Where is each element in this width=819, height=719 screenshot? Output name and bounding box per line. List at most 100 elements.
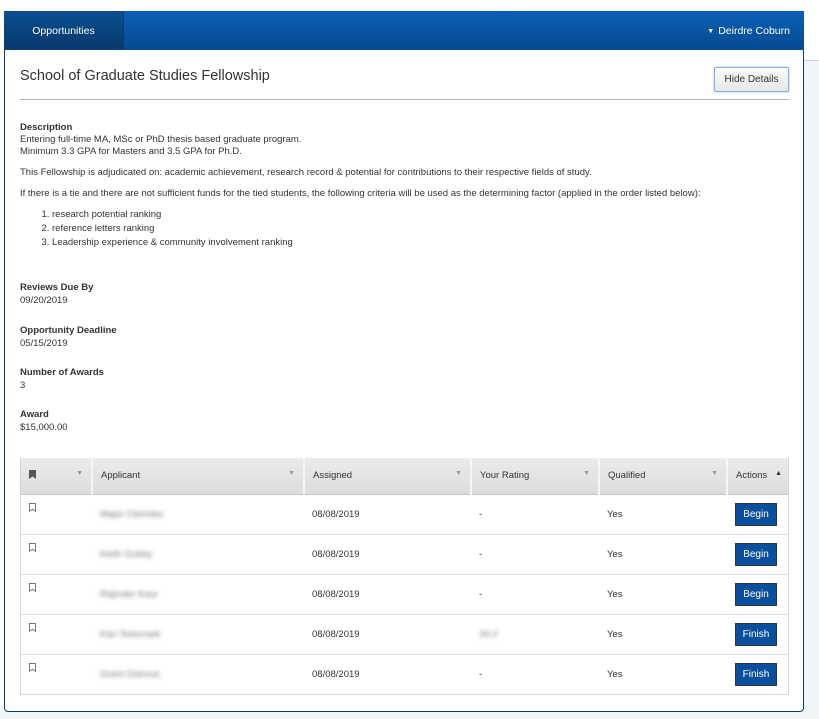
column-bookmark[interactable]: ▼: [21, 458, 93, 495]
criteria-list: research potential ranking reference let…: [20, 208, 790, 250]
actions-cell: Begin: [727, 494, 788, 534]
applicants-table: ▼ Applicant ▼ Assigned ▼ Your Rating ▼ Q…: [20, 458, 789, 695]
sort-caret-icon: ▼: [76, 470, 83, 477]
applicant-name: Keith Gubby: [100, 548, 153, 560]
applicant-name: Kari Teesmark: [100, 628, 161, 640]
bookmark-cell[interactable]: [21, 653, 92, 694]
sort-caret-icon: ▼: [583, 470, 590, 477]
field-label: Opportunity Deadline: [20, 325, 117, 336]
column-label: Actions: [736, 470, 768, 482]
criteria-item: Leadership experience & community involv…: [52, 236, 790, 250]
assigned-cell: 08/08/2019: [304, 533, 471, 574]
top-navbar: Opportunities ▼ Deirdre Coburn: [4, 11, 804, 51]
row-action-button[interactable]: Finish: [735, 662, 777, 686]
qualified-cell: Yes: [599, 533, 727, 574]
field-label: Number of Awards: [20, 367, 104, 378]
rating-cell: -: [471, 533, 599, 574]
field-label: Reviews Due By: [20, 282, 94, 293]
nav-tab-opportunities[interactable]: Opportunities: [4, 11, 124, 51]
sort-caret-up-icon: ▲: [775, 470, 782, 477]
applicant-name: Major Clemsko: [100, 508, 164, 520]
column-assigned[interactable]: Assigned ▼: [304, 458, 472, 495]
sort-caret-icon: ▼: [711, 470, 718, 477]
assigned-cell: 08/08/2019: [312, 508, 360, 520]
field-value: 3: [20, 380, 26, 391]
table-row: Grant Ostrous 08/08/2019 - Yes Finish: [21, 653, 788, 694]
column-label: Your Rating: [480, 470, 530, 482]
description-line: Minimum 3.3 GPA for Masters and 3.5 GPA …: [20, 146, 242, 157]
hide-details-button[interactable]: Hide Details: [714, 67, 789, 92]
user-name: Deirdre Coburn: [718, 25, 790, 37]
sort-caret-icon: ▼: [288, 470, 295, 477]
column-applicant[interactable]: Applicant ▼: [92, 458, 305, 495]
column-label: Qualified: [608, 470, 646, 482]
row-action-button[interactable]: Finish: [735, 622, 777, 646]
applicant-name: Rajinder Kaur: [100, 588, 159, 600]
reviews-due-field: Reviews Due By 09/20/2019: [20, 281, 93, 307]
bookmark-cell[interactable]: [21, 533, 92, 574]
actions-cell: Finish: [727, 653, 788, 694]
page-background-bottom: [0, 712, 819, 719]
applicant-cell: Kari Teesmark: [92, 613, 304, 654]
bookmark-filled-icon: [29, 470, 36, 480]
page-title: School of Graduate Studies Fellowship: [20, 68, 270, 84]
row-action-button[interactable]: Begin: [735, 582, 777, 606]
page-background-right: [803, 60, 819, 719]
description-line: Entering full-time MA, MSc or PhD thesis…: [20, 134, 302, 145]
description-section: Description Entering full-time MA, MSc o…: [20, 122, 790, 250]
column-label: Assigned: [313, 470, 353, 482]
qualified-cell: Yes: [599, 613, 727, 654]
actions-cell: Finish: [727, 613, 788, 654]
column-your-rating[interactable]: Your Rating ▼: [471, 458, 600, 495]
row-action-button[interactable]: Begin: [735, 542, 777, 566]
column-actions[interactable]: Actions ▲: [727, 458, 788, 495]
rating-cell: 34.0: [471, 613, 599, 654]
bookmark-outline-icon[interactable]: [29, 502, 36, 512]
opportunity-card: School of Graduate Studies Fellowship Hi…: [4, 50, 804, 712]
actions-cell: Begin: [727, 573, 788, 614]
qualified-cell: Yes: [599, 653, 727, 694]
table-row: Kari Teesmark 08/08/2019 34.0 Yes Finish: [21, 613, 788, 654]
column-qualified[interactable]: Qualified ▼: [599, 458, 728, 495]
deadline-field: Opportunity Deadline 05/15/2019: [20, 324, 117, 350]
table-row: Major Clemsko 08/08/2019 - Yes Begin: [21, 494, 788, 534]
assigned-cell: 08/08/2019: [304, 573, 471, 614]
column-label: Applicant: [101, 470, 141, 482]
applicant-cell: Rajinder Kaur: [92, 573, 304, 614]
applicant-cell: Grant Ostrous: [92, 653, 304, 694]
bookmark-outline-icon[interactable]: [29, 662, 36, 672]
assigned-cell: 08/08/2019: [304, 613, 471, 654]
field-value: $15,000.00: [20, 422, 68, 433]
applicant-cell: Keith Gubby: [92, 533, 304, 574]
field-label: Award: [20, 409, 49, 420]
table-row: Rajinder Kaur 08/08/2019 - Yes Begin: [21, 573, 788, 614]
bookmark-cell[interactable]: [21, 573, 92, 614]
card-header: School of Graduate Studies Fellowship Hi…: [20, 66, 789, 100]
row-action-button[interactable]: Begin: [735, 502, 777, 526]
sort-caret-icon: ▼: [455, 470, 462, 477]
bookmark-outline-icon[interactable]: [29, 622, 36, 632]
actions-cell: Begin: [727, 533, 788, 574]
qualified-cell: Yes: [599, 573, 727, 614]
bookmark-outline-icon[interactable]: [29, 582, 36, 592]
rating-cell: -: [471, 573, 599, 614]
award-field: Award $15,000.00: [20, 408, 68, 434]
table-row: Keith Gubby 08/08/2019 - Yes Begin: [21, 533, 788, 574]
assigned-cell: 08/08/2019: [304, 653, 471, 694]
criteria-item: reference letters ranking: [52, 222, 790, 236]
bookmark-outline-icon[interactable]: [29, 542, 36, 552]
qualified-cell: Yes: [607, 508, 623, 520]
caret-down-icon: ▼: [707, 27, 715, 35]
rating-cell: -: [471, 653, 599, 694]
rating-cell: -: [479, 508, 483, 520]
description-label: Description: [20, 122, 73, 133]
description-paragraph: If there is a tie and there are not suff…: [20, 188, 701, 199]
nav-tab-label: Opportunities: [32, 25, 95, 37]
applicant-name: Grant Ostrous: [100, 668, 160, 680]
num-awards-field: Number of Awards 3: [20, 366, 104, 392]
user-menu[interactable]: ▼ Deirdre Coburn: [707, 11, 804, 51]
field-value: 09/20/2019: [20, 295, 68, 306]
table-header-row: ▼ Applicant ▼ Assigned ▼ Your Rating ▼ Q…: [21, 458, 788, 495]
bookmark-cell[interactable]: [21, 613, 92, 654]
bookmark-cell[interactable]: [21, 494, 92, 534]
